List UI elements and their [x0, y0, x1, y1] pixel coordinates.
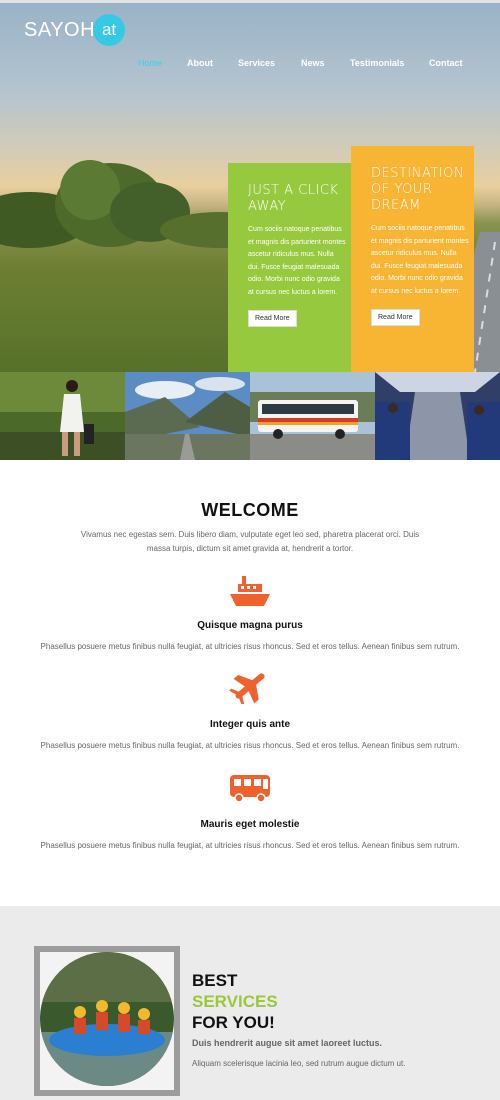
best-text: Aliquam scelerisque lacinia leo, sed rut… [192, 1059, 406, 1068]
service-text: Phasellus posuere metus finibus nulla fe… [40, 841, 460, 850]
service-text: Phasellus posuere metus finibus nulla fe… [40, 741, 460, 750]
read-more-button[interactable]: Read More [371, 309, 420, 326]
welcome-heading: WELCOME [201, 500, 299, 520]
bus-icon [230, 775, 270, 803]
best-services-section: BEST SERVICES FOR YOU! Duis hendrerit au… [0, 906, 500, 1100]
card-title: DESTINATION OF YOUR DREAM [371, 166, 465, 213]
nav-home[interactable]: Home [138, 58, 162, 68]
welcome-text: Vivamus nec egestas sem. Duis libero dia… [80, 530, 420, 553]
nav-about[interactable]: About [187, 58, 213, 68]
nav-services[interactable]: Services [238, 58, 275, 68]
service-title: Mauris eget molestie [200, 819, 300, 830]
service-text: Phasellus posuere metus finibus nulla fe… [40, 642, 460, 651]
top-border [0, 0, 500, 3]
nav-contact[interactable]: Contact [429, 58, 463, 68]
logo-badge: at [93, 14, 126, 46]
service-title: Quisque magna purus [197, 620, 303, 631]
hero-card-click-away: JUST A CLICK AWAY Cum sociis natoque pen… [228, 163, 351, 372]
service-title: Integer quis ante [209, 719, 290, 730]
hero-card-destination: DESTINATION OF YOUR DREAM Cum sociis nat… [351, 146, 474, 372]
card-body: Cum sociis natoque penatibus et magnis d… [248, 226, 346, 296]
logo-text: SAYOH [24, 18, 96, 41]
best-subtitle: Duis hendrerit augue sit amet laoreet lu… [192, 1038, 383, 1048]
photo-woman-with-luggage[interactable] [0, 372, 125, 460]
logo[interactable]: SAYOH at [24, 14, 126, 46]
rafting-photo [40, 952, 174, 1086]
best-heading-line2: SERVICES [192, 992, 278, 1011]
hero-banner: SAYOH at Home About Services News Testim… [0, 0, 500, 372]
best-heading-line1: BEST [192, 971, 238, 990]
photo-bus[interactable] [250, 372, 375, 460]
card-body: Cum sociis natoque penatibus et magnis d… [371, 225, 469, 295]
card-title: JUST A CLICK AWAY [248, 183, 339, 214]
photo-strip [0, 372, 500, 460]
nav-testimonials[interactable]: Testimonials [350, 58, 404, 68]
read-more-button[interactable]: Read More [248, 310, 297, 327]
best-heading-line3: FOR YOU! [192, 1013, 275, 1032]
photo-mountain-road[interactable] [125, 372, 250, 460]
ship-icon [230, 576, 270, 606]
nav-news[interactable]: News [301, 58, 325, 68]
plane-icon [229, 673, 265, 704]
photo-airplane-cabin[interactable] [375, 372, 500, 460]
main-nav: Home About Services News Testimonials Co… [0, 58, 500, 72]
